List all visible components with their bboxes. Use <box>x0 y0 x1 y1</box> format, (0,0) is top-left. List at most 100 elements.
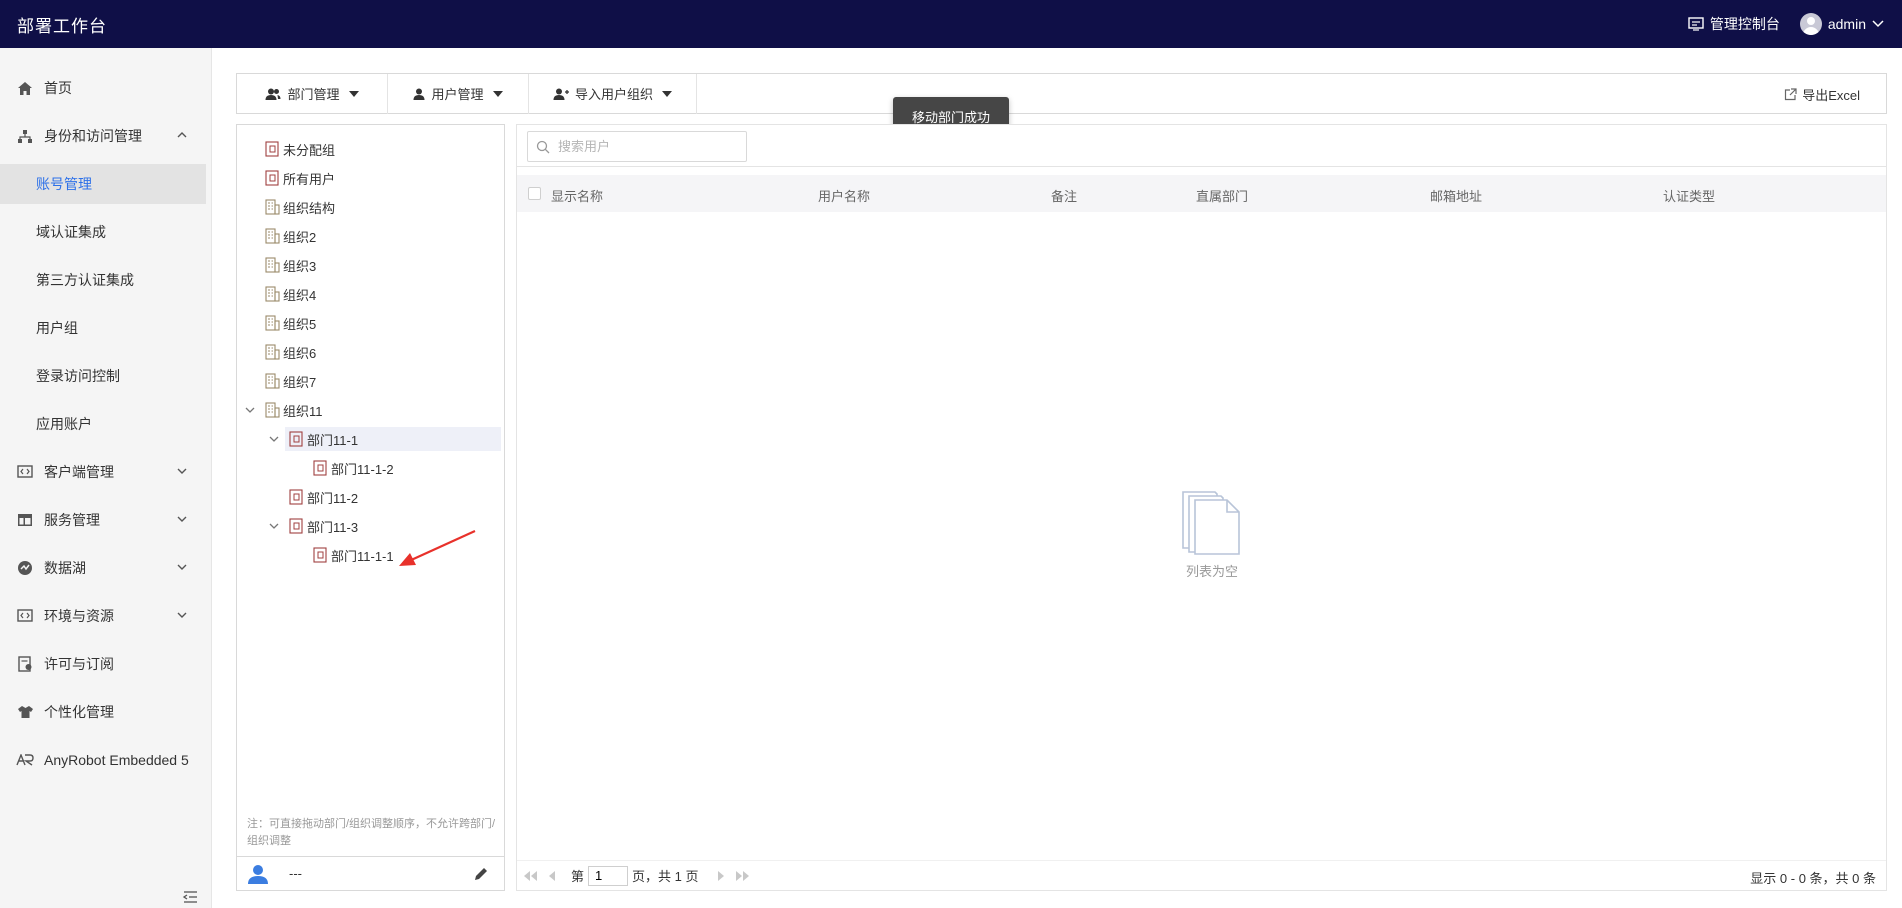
nav-account-management[interactable]: 账号管理 <box>0 164 206 204</box>
users-icon <box>265 88 281 100</box>
page-prefix: 第 <box>571 869 585 884</box>
tree-node-dept11-1-2[interactable]: 部门11-1-2 <box>313 456 394 480</box>
nav-personalization-label: 个性化管理 <box>44 704 114 720</box>
user-name: admin <box>1827 16 1866 32</box>
tree-node-dept11-3[interactable]: 部门11-3 <box>289 514 358 538</box>
nav-datalake[interactable]: 数据湖 <box>0 548 206 588</box>
tree-node-org11[interactable]: 组织11 <box>265 398 323 422</box>
console-label: 管理控制台 <box>1709 16 1780 32</box>
search-input[interactable] <box>558 139 728 154</box>
table-header: 显示名称 用户名称 备注 直属部门 邮箱地址 认证类型 <box>517 175 1886 212</box>
export-icon <box>1785 87 1797 100</box>
chevron-down-icon <box>177 516 187 522</box>
last-page-icon[interactable] <box>734 870 750 882</box>
caret-down-icon <box>348 90 359 97</box>
tree-node-label: 部门11-1-1 <box>331 548 394 564</box>
chevron-up-icon <box>177 132 187 138</box>
tree-footer: --- <box>237 856 504 890</box>
console-button[interactable]: 管理控制台 <box>1688 14 1780 34</box>
tree-node-label: 组织2 <box>283 229 317 245</box>
tree-node-org7[interactable]: 组织7 <box>265 369 316 393</box>
column-header-email[interactable]: 邮箱地址 <box>1430 186 1482 205</box>
tree-node-dept11-1-1[interactable]: 部门11-1-1 <box>313 543 394 567</box>
page-number-input[interactable] <box>588 865 629 886</box>
tree-expand-chevron-icon[interactable] <box>268 433 280 445</box>
nav-license[interactable]: 许可与订阅 <box>0 644 206 684</box>
tree-node-org3[interactable]: 组织3 <box>265 253 316 277</box>
layout-icon <box>16 511 34 529</box>
chevron-down-icon <box>177 564 187 570</box>
user-management-button[interactable]: 用户管理 <box>388 73 529 114</box>
current-user-name: --- <box>289 866 302 881</box>
dept-management-button[interactable]: 部门管理 <box>237 73 388 114</box>
first-page-icon[interactable] <box>523 870 539 882</box>
tree-node-label: 组织结构 <box>283 200 336 216</box>
tree-expand-chevron-icon[interactable] <box>244 404 256 416</box>
column-header-display-name[interactable]: 显示名称 <box>551 186 603 205</box>
tree-node-dept11-2[interactable]: 部门11-2 <box>289 485 358 509</box>
nav-anyrobot[interactable]: AnyRobot Embedded 5 <box>0 740 206 780</box>
prev-page-icon[interactable] <box>547 870 557 882</box>
tree-drag-note: 注：可直接拖动部门/组织调整顺序，不允许跨部门/组织调整 <box>247 818 496 847</box>
org-tree-icon <box>16 127 34 145</box>
collapse-menu-icon[interactable] <box>182 890 198 904</box>
tree-node-label: 未分配组 <box>283 142 336 158</box>
chevron-down-icon <box>1872 20 1884 28</box>
tree-node-all-users[interactable]: 所有用户 <box>265 166 335 190</box>
nav-home[interactable]: 首页 <box>0 68 206 108</box>
column-header-username[interactable]: 用户名称 <box>818 186 870 205</box>
tree-node-org-structure[interactable]: 组织结构 <box>265 195 335 219</box>
sidebar: 首页 身份和访问管理 账号管理 域认证集成 第三方认证集成 用户组 登录访问控制… <box>0 48 212 908</box>
column-header-department[interactable]: 直属部门 <box>1196 186 1248 205</box>
tree-node-label: 组织3 <box>283 258 317 274</box>
main-toolbar: 部门管理 用户管理 导入用户组织 导出Excel <box>236 73 1887 114</box>
next-page-icon[interactable] <box>716 870 726 882</box>
search-box[interactable] <box>527 131 747 162</box>
tree-node-unassigned[interactable]: 未分配组 <box>265 137 335 161</box>
user-menu[interactable]: admin <box>1799 13 1884 35</box>
tree-node-label: 组织7 <box>283 374 317 390</box>
nav-environment-label: 环境与资源 <box>44 608 114 624</box>
chevron-down-icon <box>177 612 187 618</box>
nav-service-management[interactable]: 服务管理 <box>0 500 206 540</box>
nav-domain-auth[interactable]: 域认证集成 <box>0 212 206 252</box>
nav-client-label: 客户端管理 <box>44 464 114 480</box>
edit-pencil-icon[interactable] <box>473 866 489 882</box>
export-excel-button[interactable]: 导出Excel <box>1784 74 1860 114</box>
nav-third-party-auth[interactable]: 第三方认证集成 <box>0 260 206 300</box>
tree-node-org5[interactable]: 组织5 <box>265 311 316 335</box>
import-label: 导入用户组织 <box>574 87 653 102</box>
column-header-remark[interactable]: 备注 <box>1051 186 1077 205</box>
tree-node-label: 部门11-1-2 <box>331 461 394 477</box>
building-icon <box>265 402 280 418</box>
nav-home-label: 首页 <box>44 80 72 96</box>
caret-down-icon <box>662 90 672 97</box>
department-icon <box>289 431 303 447</box>
tree-node-org6[interactable]: 组织6 <box>265 340 316 364</box>
console-icon <box>1688 17 1704 31</box>
page-suffix: 页，共 1 页 <box>632 869 699 884</box>
group-icon <box>265 170 279 186</box>
user-icon <box>248 864 268 884</box>
nav-datalake-label: 数据湖 <box>44 560 86 576</box>
tree-node-org2[interactable]: 组织2 <box>265 224 316 248</box>
nav-app-accounts[interactable]: 应用账户 <box>0 404 206 444</box>
nav-user-groups[interactable]: 用户组 <box>0 308 206 348</box>
nav-environment[interactable]: 环境与资源 <box>0 596 206 636</box>
select-all-checkbox[interactable] <box>528 187 541 200</box>
tree-node-label: 组织5 <box>283 316 317 332</box>
nav-license-label: 许可与订阅 <box>44 656 114 672</box>
nav-client-management[interactable]: 客户端管理 <box>0 452 206 492</box>
nav-identity[interactable]: 身份和访问管理 <box>0 116 206 156</box>
tree-node-org4[interactable]: 组织4 <box>265 282 316 306</box>
tree-node-label: 部门11-2 <box>307 490 359 506</box>
nav-personalization[interactable]: 个性化管理 <box>0 692 206 732</box>
import-button[interactable]: 导入用户组织 <box>529 73 697 114</box>
tree-expand-chevron-icon[interactable] <box>268 520 280 532</box>
nav-login-access-control[interactable]: 登录访问控制 <box>0 356 206 396</box>
building-icon <box>265 257 280 273</box>
empty-text: 列表为空 <box>1185 564 1238 579</box>
nav-identity-label: 身份和访问管理 <box>44 128 142 144</box>
column-header-auth-type[interactable]: 认证类型 <box>1663 186 1715 205</box>
tree-node-dept11-1[interactable]: 部门11-1 <box>285 427 501 451</box>
